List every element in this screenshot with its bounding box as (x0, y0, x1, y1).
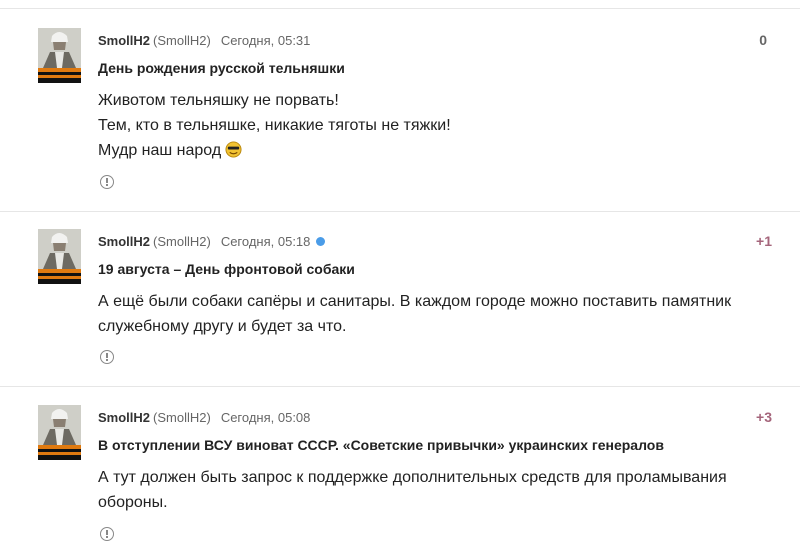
article-title-link[interactable]: В отступлении ВСУ виноват СССР. «Советск… (98, 437, 664, 453)
author-name[interactable]: SmollH2 (98, 33, 150, 48)
comment-rating[interactable]: 0 (759, 32, 767, 48)
divider (0, 211, 800, 212)
avatar[interactable] (38, 405, 81, 460)
comment-text: А ещё были собаки сапёры и санитары. В к… (98, 289, 778, 339)
author-login: (SmollH2) (153, 234, 211, 249)
avatar[interactable] (38, 28, 81, 83)
report-icon[interactable] (100, 527, 114, 541)
author-name[interactable]: SmollH2 (98, 234, 150, 249)
divider (0, 8, 800, 9)
article-title-link[interactable]: День рождения русской тельняшки (98, 60, 345, 76)
author-login: (SmollH2) (153, 410, 211, 425)
comment-time[interactable]: Сегодня, 05:08 (221, 410, 311, 425)
comment-line: А ещё были собаки сапёры и санитары. В к… (98, 293, 732, 310)
author-login: (SmollH2) (153, 33, 211, 48)
report-icon[interactable] (100, 350, 114, 364)
comment-time[interactable]: Сегодня, 05:31 (221, 33, 311, 48)
comment-meta: SmollH2 (SmollH2) Сегодня, 05:31 (98, 33, 310, 48)
comment-line: служебному другу и будет за что. (98, 318, 347, 335)
comment-meta: SmollH2 (SmollH2) Сегодня, 05:08 (98, 410, 310, 425)
comment-rating[interactable]: +3 (756, 409, 772, 425)
comment-line-text: Мудр наш народ (98, 142, 222, 159)
comment-line: А тут должен быть запрос к поддержке доп… (98, 469, 727, 486)
smiley-sunglasses-icon (225, 141, 242, 158)
comment-meta: SmollH2 (SmollH2) Сегодня, 05:18 (98, 234, 326, 249)
comment-time[interactable]: Сегодня, 05:18 (221, 234, 311, 249)
unread-dot (316, 237, 326, 246)
comment-line: Животом тельняшку не порвать! (98, 92, 339, 109)
comment-line: обороны. (98, 494, 168, 511)
comment-line: Тем, кто в тельняшке, никакие тяготы не … (98, 117, 451, 134)
comment-rating[interactable]: +1 (756, 233, 772, 249)
article-title-link[interactable]: 19 августа – День фронтовой собаки (98, 261, 355, 277)
comment-text: А тут должен быть запрос к поддержке доп… (98, 465, 778, 515)
avatar[interactable] (38, 229, 81, 284)
author-name[interactable]: SmollH2 (98, 410, 150, 425)
comment-text: Животом тельняшку не порвать! Тем, кто в… (98, 88, 778, 163)
comment-line: Мудр наш народ (98, 138, 778, 163)
divider (0, 386, 800, 387)
report-icon[interactable] (100, 175, 114, 189)
